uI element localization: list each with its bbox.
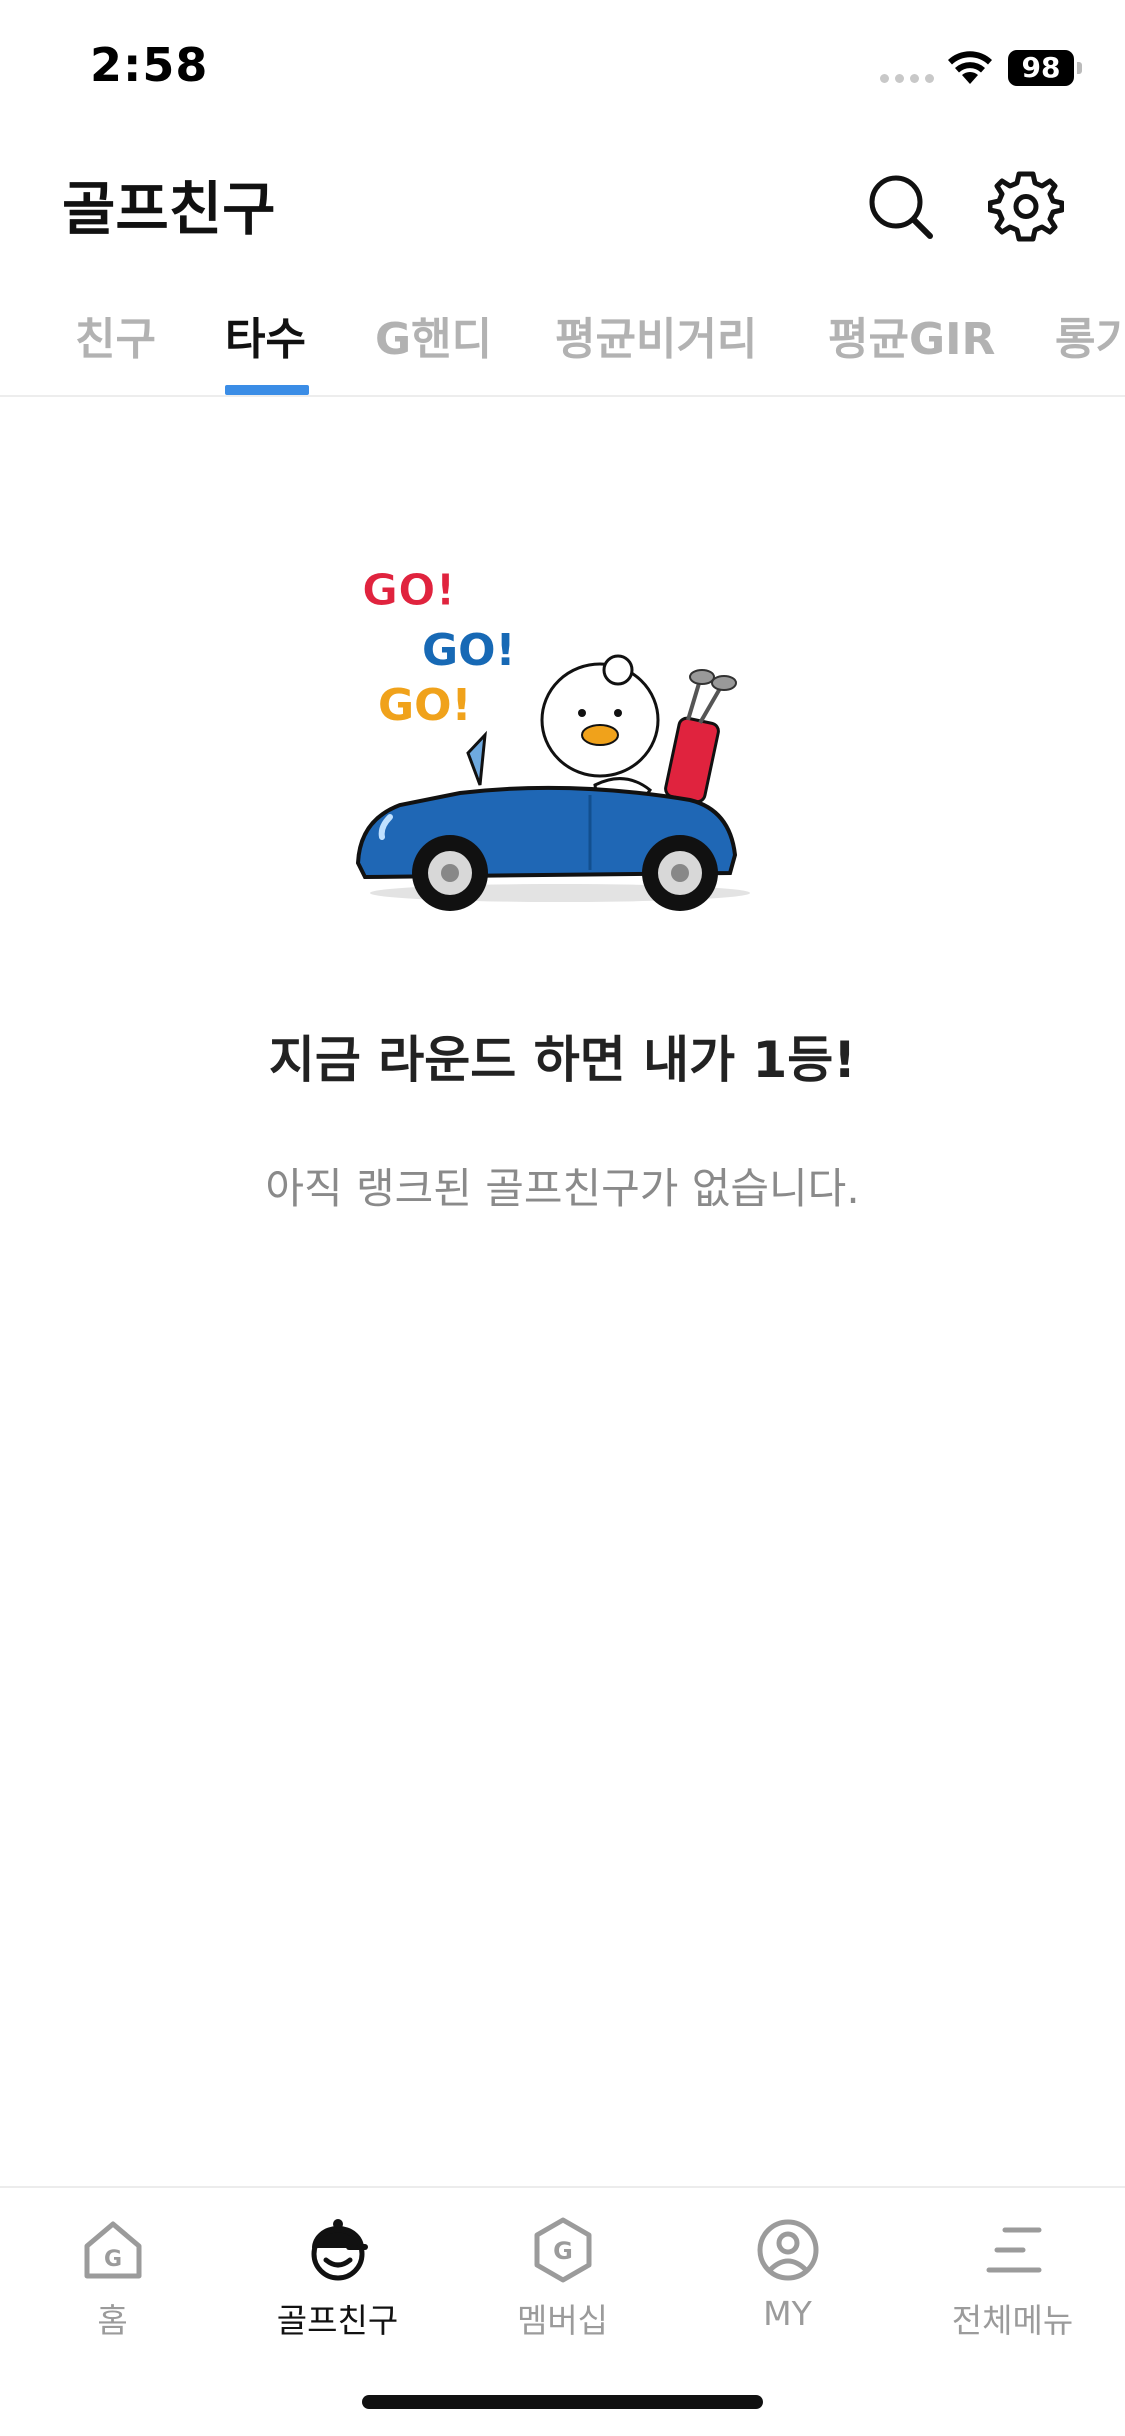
tab-avg-gir[interactable]: 평균GIR (828, 303, 995, 367)
nav-item-membership[interactable]: G 멤버십 (450, 2216, 675, 2356)
page-title: 골프친구 (62, 175, 276, 243)
nav-label-my: MY (763, 2294, 812, 2333)
nav-item-all-menu[interactable]: 전체메뉴 (900, 2216, 1125, 2356)
app-header: 골프친구 (0, 140, 1125, 270)
active-tab-indicator (225, 385, 309, 395)
cellular-signal-icon (880, 74, 934, 83)
go-text-blue: GO! (422, 625, 516, 676)
status-bar: 2:58 98 (0, 0, 1125, 140)
gear-icon[interactable] (988, 168, 1064, 244)
nav-item-my[interactable]: MY (675, 2216, 900, 2356)
tab-strokes[interactable]: 타수 (225, 303, 306, 367)
tab-avg-distance[interactable]: 평균비거리 (555, 303, 757, 367)
nav-label-membership: 멤버십 (516, 2301, 609, 2340)
golf-friend-icon (311, 2219, 368, 2281)
nav-label-all-menu: 전체메뉴 (951, 2301, 1074, 2340)
tab-friends[interactable]: 친구 (75, 303, 156, 367)
duck-character (540, 654, 660, 807)
svg-text:G: G (553, 2237, 573, 2265)
nav-item-golf-friend[interactable]: 골프친구 (225, 2216, 450, 2356)
battery-icon: 98 (1008, 50, 1074, 86)
empty-state-description: 아직 랭크된 골프친구가 없습니다. (265, 1164, 860, 1213)
nav-label-golf-friend: 골프친구 (276, 2301, 399, 2340)
go-text-yellow: GO! (378, 680, 472, 731)
status-time: 2:58 (90, 38, 209, 92)
nav-item-home[interactable]: G 홈 (0, 2216, 225, 2356)
tab-longest[interactable]: 롱기 (1055, 303, 1125, 367)
profile-icon (757, 2219, 818, 2281)
tab-g-handicap[interactable]: G핸디 (375, 303, 492, 367)
svg-text:G: G (103, 2247, 121, 2272)
home-indicator (362, 2395, 763, 2409)
membership-icon: G (534, 2217, 591, 2283)
home-icon: G (84, 2221, 141, 2279)
go-text-red: GO! (362, 565, 456, 616)
menu-icon (986, 2227, 1041, 2273)
wifi-icon (948, 51, 992, 84)
go-go-go-car-illustration: GO! GO! GO! (355, 565, 750, 911)
battery-cap (1077, 62, 1082, 74)
ranking-tabs: 친구 타수 G핸디 평균비거리 평균GIR 롱기 (0, 285, 1125, 397)
search-icon[interactable] (862, 168, 938, 244)
golf-bag (664, 669, 737, 804)
app-screen: 2:58 98 골프친구 친구 타수 G핸디 평균비거리 평균GIR 롱기 (0, 0, 1125, 2436)
empty-state-title: 지금 라운드 하면 내가 1등! (268, 1031, 857, 1089)
nav-label-home: 홈 (97, 2301, 128, 2340)
